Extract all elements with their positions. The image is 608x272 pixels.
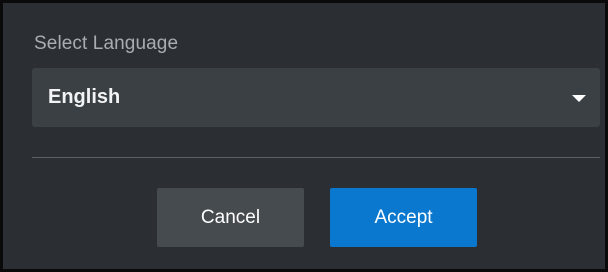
chevron-down-icon [572,95,586,102]
select-language-label: Select Language [34,33,179,54]
accept-button[interactable]: Accept [330,188,477,247]
language-select-value: English [48,86,121,108]
cancel-button[interactable]: Cancel [157,188,304,247]
divider [32,157,600,158]
language-dialog: Select Language English Cancel Accept [0,0,608,272]
language-select[interactable]: English [32,68,600,127]
